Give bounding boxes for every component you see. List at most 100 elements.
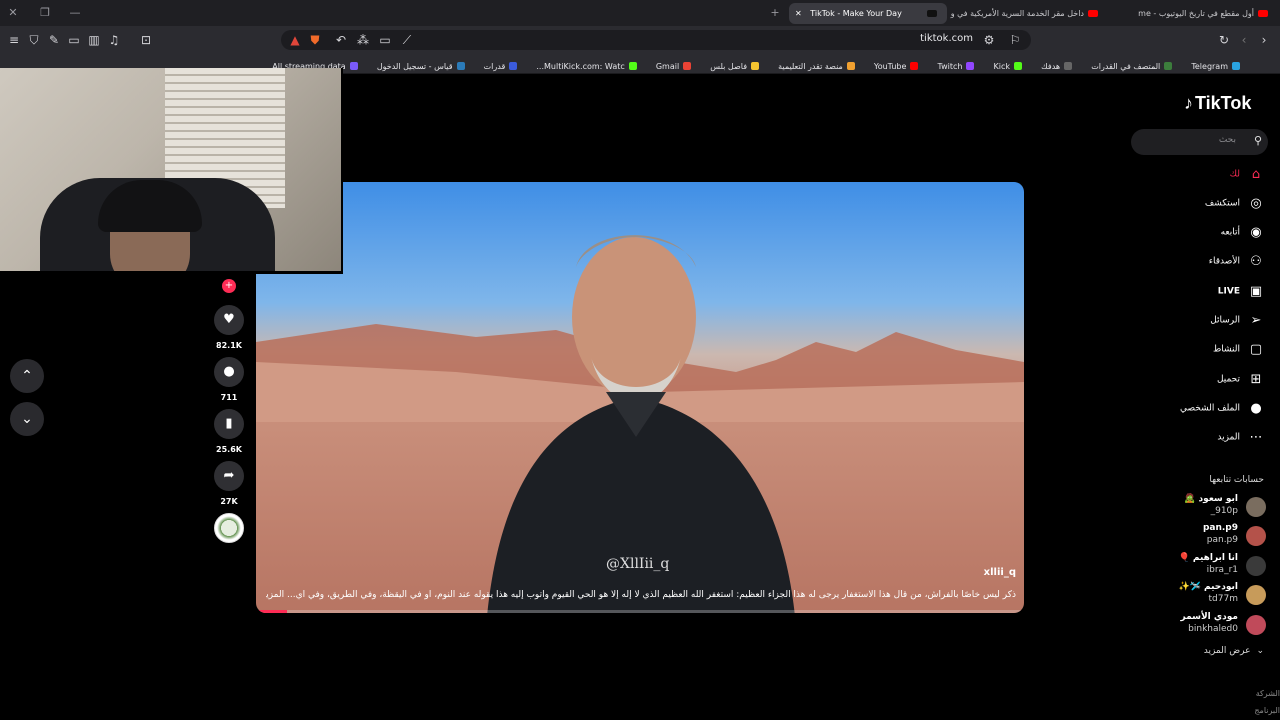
share-button[interactable]: ➦ <box>214 461 244 491</box>
account-handle: td77m <box>1208 594 1238 604</box>
extensions-icon[interactable]: ✎ <box>46 32 62 48</box>
shield-icon[interactable]: ⛉ <box>26 32 42 48</box>
see-more-button[interactable]: ⌄عرض المزيد <box>1204 646 1264 656</box>
search-input[interactable]: بحث ⚲ <box>1131 129 1268 155</box>
screenshot-icon[interactable]: ⊡ <box>138 32 154 48</box>
person-image <box>60 273 260 274</box>
bookmark-item[interactable]: المتصف في القدرات <box>1091 58 1173 76</box>
following-account[interactable]: pan.p9 pan.p9 <box>1156 523 1266 549</box>
live-icon: ▣ <box>1249 284 1263 299</box>
restore-window-icon[interactable]: ❐ <box>36 4 54 22</box>
url-text[interactable]: tiktok.com <box>920 33 973 44</box>
bookmark-icon <box>456 62 465 70</box>
upload-icon: ⊞ <box>1250 372 1262 387</box>
search-icon[interactable]: ⚲ <box>1254 134 1262 147</box>
close-window-icon[interactable]: ✕ <box>4 4 22 22</box>
browser-tab[interactable]: داخل مقر الخدمة السرية الأمريكية في و <box>950 3 1108 24</box>
comment-button[interactable]: ● <box>214 357 244 387</box>
more-icon: ⋯ <box>1249 430 1263 445</box>
tabs-icon[interactable]: ▭ <box>66 32 82 48</box>
share-count: 27K <box>220 497 238 506</box>
youtube-icon <box>1258 10 1268 17</box>
new-tab-icon[interactable]: + <box>766 4 784 22</box>
nav-messages[interactable]: ➢الرسائل <box>1210 313 1266 333</box>
previous-video-button[interactable]: ⌃ <box>10 359 44 393</box>
music-icon[interactable]: ♫ <box>106 32 122 48</box>
next-video-button[interactable]: ⌄ <box>10 402 44 436</box>
nav-live[interactable]: ▣LIVE <box>1218 284 1266 304</box>
following-accounts-title: حسابات تتابعها <box>1209 475 1264 485</box>
save-button[interactable]: ▮ <box>214 409 244 439</box>
back-icon[interactable]: ‹ <box>1236 32 1252 48</box>
reload-icon[interactable]: ↻ <box>1216 32 1232 48</box>
following-account[interactable]: مودي الأسمر binkhaled0 <box>1156 612 1266 638</box>
avatar <box>1246 526 1266 546</box>
chevron-up-icon: ⌃ <box>21 368 33 384</box>
undo-icon[interactable]: ↶ <box>333 32 349 48</box>
cast-icon[interactable]: ▭ <box>377 32 393 48</box>
bookmark-item[interactable]: Twitch <box>938 58 975 76</box>
bookmark-item[interactable]: قياس - تسجيل الدخول <box>377 58 465 76</box>
account-handle: binkhaled0 <box>1188 624 1238 634</box>
telegram-icon <box>1232 62 1240 70</box>
bookmark-icon[interactable]: ⚐ <box>1007 32 1023 48</box>
nav-explore[interactable]: ◎استكشف <box>1205 196 1266 216</box>
bookmark-item[interactable]: Kick <box>994 58 1023 76</box>
avatar <box>1246 615 1266 635</box>
following-avatar-icon: ◉ <box>1250 225 1262 240</box>
warning-icon[interactable]: ▲ <box>287 32 303 48</box>
bookmark-item[interactable]: قدرات <box>484 58 518 76</box>
nav-activity[interactable]: ▢النشاط <box>1213 342 1266 362</box>
bookmark-item[interactable]: منصة تقدر التعليمية <box>778 58 855 76</box>
search-placeholder: بحث <box>1218 135 1236 145</box>
tiktok-logo[interactable]: ♪ TikTok <box>1184 93 1251 114</box>
bookmark-item[interactable]: هدفك <box>1041 58 1073 76</box>
bookmark-item[interactable]: Gmail <box>656 58 692 76</box>
draw-icon[interactable]: ⟋ <box>399 32 415 48</box>
video-author-name[interactable]: xllii_q <box>984 567 1016 578</box>
account-name: مودي الأسمر <box>1180 612 1239 622</box>
like-count: 82.1K <box>216 341 242 350</box>
video-player[interactable]: @XllIii_q xllii_q ذكر ليس خاصًا بالفراش،… <box>256 182 1024 613</box>
nav-upload[interactable]: ⊞تحميل <box>1217 372 1266 392</box>
account-name: ابودحيم 🛩️✨ <box>1178 582 1239 592</box>
avatar <box>1246 585 1266 605</box>
following-account[interactable]: ابو سعود 🧟 910p_ <box>1156 494 1266 520</box>
chevron-down-icon: ⌄ <box>1256 646 1264 656</box>
close-tab-icon[interactable]: ✕ <box>795 9 802 18</box>
profile-avatar-icon: ● <box>1250 401 1262 416</box>
minimize-window-icon[interactable]: — <box>66 4 84 22</box>
bookmark-item[interactable]: YouTube <box>874 58 919 76</box>
translate-icon[interactable]: ⁂ <box>355 32 371 48</box>
tiktok-note-icon: ♪ <box>1184 93 1193 113</box>
sidebar-icon[interactable]: ▥ <box>86 32 102 48</box>
nav-more[interactable]: ⋯المزيد <box>1217 430 1266 450</box>
bookmark-icon <box>349 62 358 70</box>
menu-icon[interactable]: ≡ <box>6 32 22 48</box>
friends-icon: ⚇ <box>1250 254 1262 269</box>
video-progress-bar[interactable] <box>256 610 1024 613</box>
send-icon: ➢ <box>1250 313 1262 328</box>
address-bar[interactable]: ▲ ⛊ ↶ ⁂ ▭ ⟋ tiktok.com ⚙ ⚐ <box>281 30 1031 50</box>
footer-link[interactable]: البرنامج <box>1254 706 1280 715</box>
nav-friends[interactable]: ⚇الأصدقاء <box>1209 254 1266 274</box>
nav-profile[interactable]: ●الملف الشخصي <box>1180 401 1266 421</box>
nav-for-you[interactable]: ⌂لك <box>1230 167 1266 187</box>
like-button[interactable]: ♥ <box>214 305 244 335</box>
browser-tab-active[interactable]: ✕ TikTok - Make Your Day <box>789 3 947 24</box>
browser-tab[interactable]: أول مقطع في تاريخ اليوتيوب - me <box>1110 3 1278 24</box>
brave-shield-icon[interactable]: ⛊ <box>307 32 323 48</box>
following-account[interactable]: انا ابراهيم 🎈 ibra_r1 <box>1156 553 1266 579</box>
author-avatar[interactable] <box>214 513 244 543</box>
follow-button[interactable]: + <box>222 279 236 293</box>
footer-link[interactable]: الشركة <box>1256 689 1280 698</box>
site-settings-icon[interactable]: ⚙ <box>981 32 997 48</box>
bookmark-item[interactable]: MultiKick.com: Watc... <box>536 58 637 76</box>
following-account[interactable]: ابودحيم 🛩️✨ td77m <box>1156 582 1266 608</box>
bookmark-item[interactable]: فاصل بلس <box>710 58 760 76</box>
nav-following[interactable]: ◉أتابعه <box>1221 225 1266 245</box>
share-icon: ➦ <box>223 468 235 483</box>
forward-icon[interactable]: › <box>1256 32 1272 48</box>
bookmark-item[interactable]: Telegram <box>1191 58 1240 76</box>
avatar <box>1246 497 1266 517</box>
